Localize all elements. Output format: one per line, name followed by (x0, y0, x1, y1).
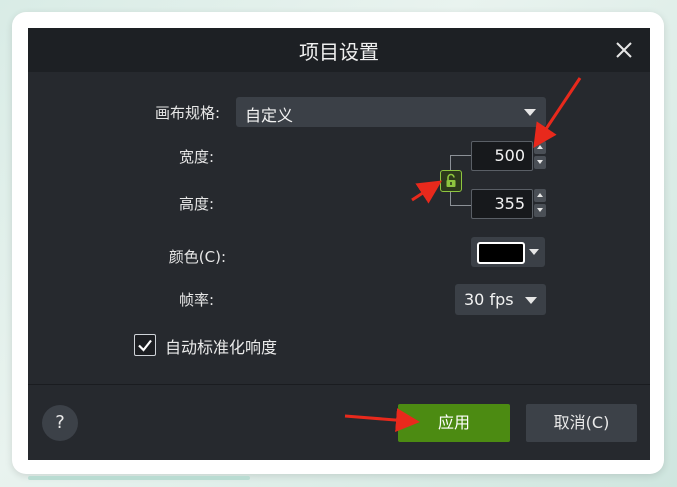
width-decrement-button[interactable] (534, 156, 546, 169)
height-label: 高度: (178, 195, 214, 213)
height-decrement-button[interactable] (534, 204, 546, 217)
caret-down-icon (525, 297, 537, 304)
link-bracket-top (450, 155, 471, 171)
caret-down-icon (529, 249, 539, 255)
bottom-strip (28, 476, 250, 480)
dialog-title: 项目设置 (299, 40, 379, 64)
canvas-size-label: 画布规格: (154, 104, 220, 122)
footer-divider (28, 384, 650, 385)
auto-normalize-label: 自动标准化响度 (165, 338, 278, 357)
height-value: 355 (494, 194, 525, 213)
title-bar: 项目设置 (28, 28, 650, 72)
help-button[interactable]: ? (42, 405, 78, 441)
aspect-lock-button[interactable] (440, 170, 462, 192)
lock-icon (446, 173, 456, 187)
spin-down-icon (537, 208, 543, 212)
close-button[interactable] (612, 38, 636, 62)
link-bracket-bottom (450, 191, 471, 206)
color-swatch (477, 242, 525, 264)
height-increment-button[interactable] (534, 189, 546, 202)
spin-up-icon (537, 145, 543, 149)
color-picker[interactable] (471, 237, 545, 267)
canvas-size-value: 自定义 (245, 106, 294, 125)
width-value: 500 (494, 146, 525, 165)
framerate-dropdown[interactable]: 30 fps (455, 284, 546, 315)
caret-down-icon (524, 109, 536, 116)
width-input[interactable]: 500 (471, 141, 533, 171)
width-increment-button[interactable] (534, 141, 546, 154)
spin-down-icon (537, 160, 543, 164)
auto-normalize-checkbox[interactable] (134, 334, 156, 356)
project-settings-dialog: 项目设置 画布规格: 自定义 宽度: 500 高度: 355 颜色(C): 帧率… (28, 28, 650, 460)
width-label: 宽度: (178, 148, 214, 166)
check-icon (138, 339, 152, 352)
framerate-value: 30 fps (464, 290, 514, 309)
canvas-size-dropdown[interactable]: 自定义 (236, 97, 546, 127)
cancel-button[interactable]: 取消(C) (526, 404, 637, 442)
apply-button[interactable]: 应用 (398, 404, 510, 442)
close-icon (616, 42, 632, 58)
height-input[interactable]: 355 (471, 189, 533, 219)
spin-up-icon (537, 193, 543, 197)
framerate-label: 帧率: (178, 291, 214, 309)
color-label: 颜色(C): (168, 248, 226, 266)
